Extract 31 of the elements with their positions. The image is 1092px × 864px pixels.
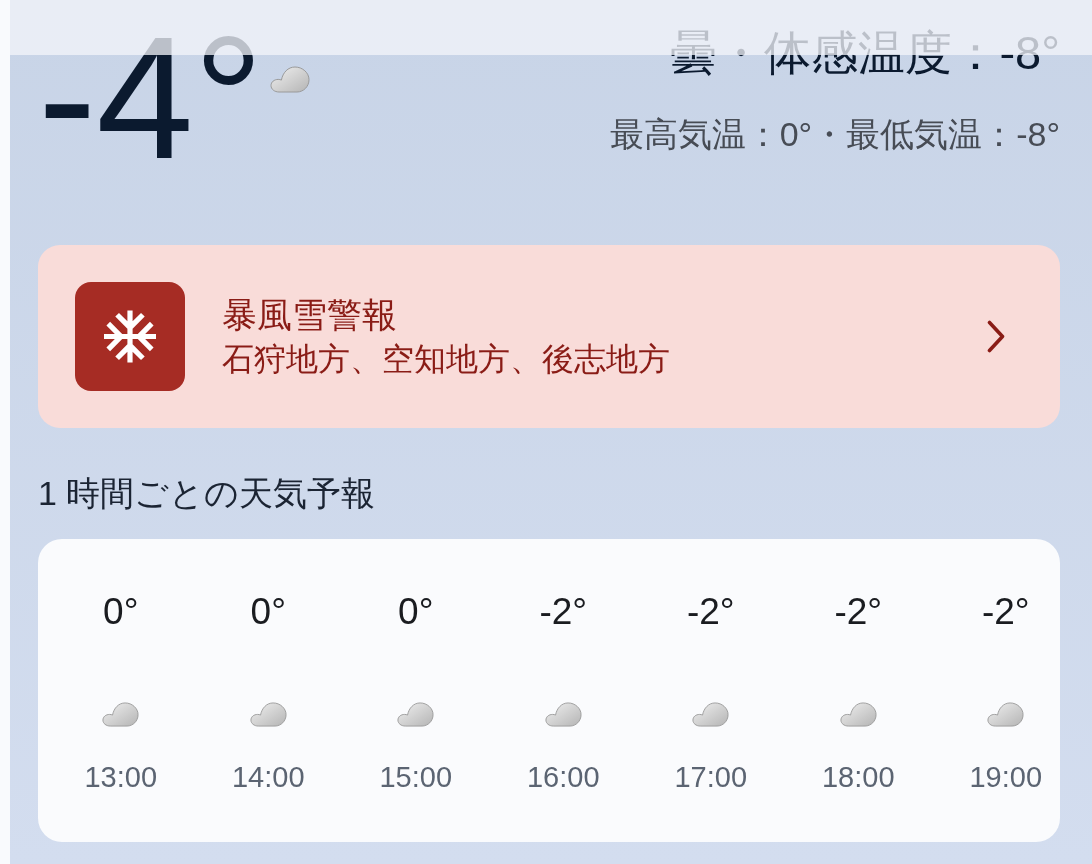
cloud-icon xyxy=(102,702,140,728)
high-low-temperatures: 最高気温：0°・最低気温：-8° xyxy=(609,114,1060,156)
cloud-icon xyxy=(249,702,287,728)
hourly-time: 13:00 xyxy=(84,760,158,795)
cloud-icon xyxy=(269,66,310,93)
cloud-icon xyxy=(692,702,730,728)
hourly-temperature: -2° xyxy=(834,589,883,634)
condition-summary: 曇・体感温度：-8° xyxy=(669,25,1060,81)
cloud-icon xyxy=(987,702,1025,728)
current-temperature: -4° xyxy=(38,10,264,185)
weather-alert-card[interactable]: 暴風雪警報 石狩地方、空知地方、後志地方 xyxy=(38,245,1060,428)
section-heading: 1 時間ごとの天気予報 xyxy=(38,473,377,514)
hourly-time: 14:00 xyxy=(231,760,305,795)
snowflake-icon xyxy=(75,282,185,391)
hourly-temperature: 0° xyxy=(398,589,434,634)
chevron-right-icon xyxy=(987,320,1005,353)
cloud-icon xyxy=(544,702,582,728)
hourly-time: 17:00 xyxy=(674,760,748,795)
hourly-time: 16:00 xyxy=(526,760,600,795)
alert-areas: 石狩地方、空知地方、後志地方 xyxy=(222,339,987,382)
hourly-temperature: -2° xyxy=(686,589,735,634)
cloud-icon xyxy=(839,702,877,728)
hourly-time: 15:00 xyxy=(379,760,453,795)
cloud-icon xyxy=(397,702,435,728)
hourly-time: 19:00 xyxy=(969,760,1043,795)
hourly-time: 18:00 xyxy=(821,760,895,795)
hourly-temperature: -2° xyxy=(539,589,588,634)
hourly-temperature: 0° xyxy=(103,589,139,634)
hourly-temperature: -2° xyxy=(981,589,1030,634)
hourly-temperature: 0° xyxy=(250,589,286,634)
alert-title: 暴風雪警報 xyxy=(222,293,398,336)
